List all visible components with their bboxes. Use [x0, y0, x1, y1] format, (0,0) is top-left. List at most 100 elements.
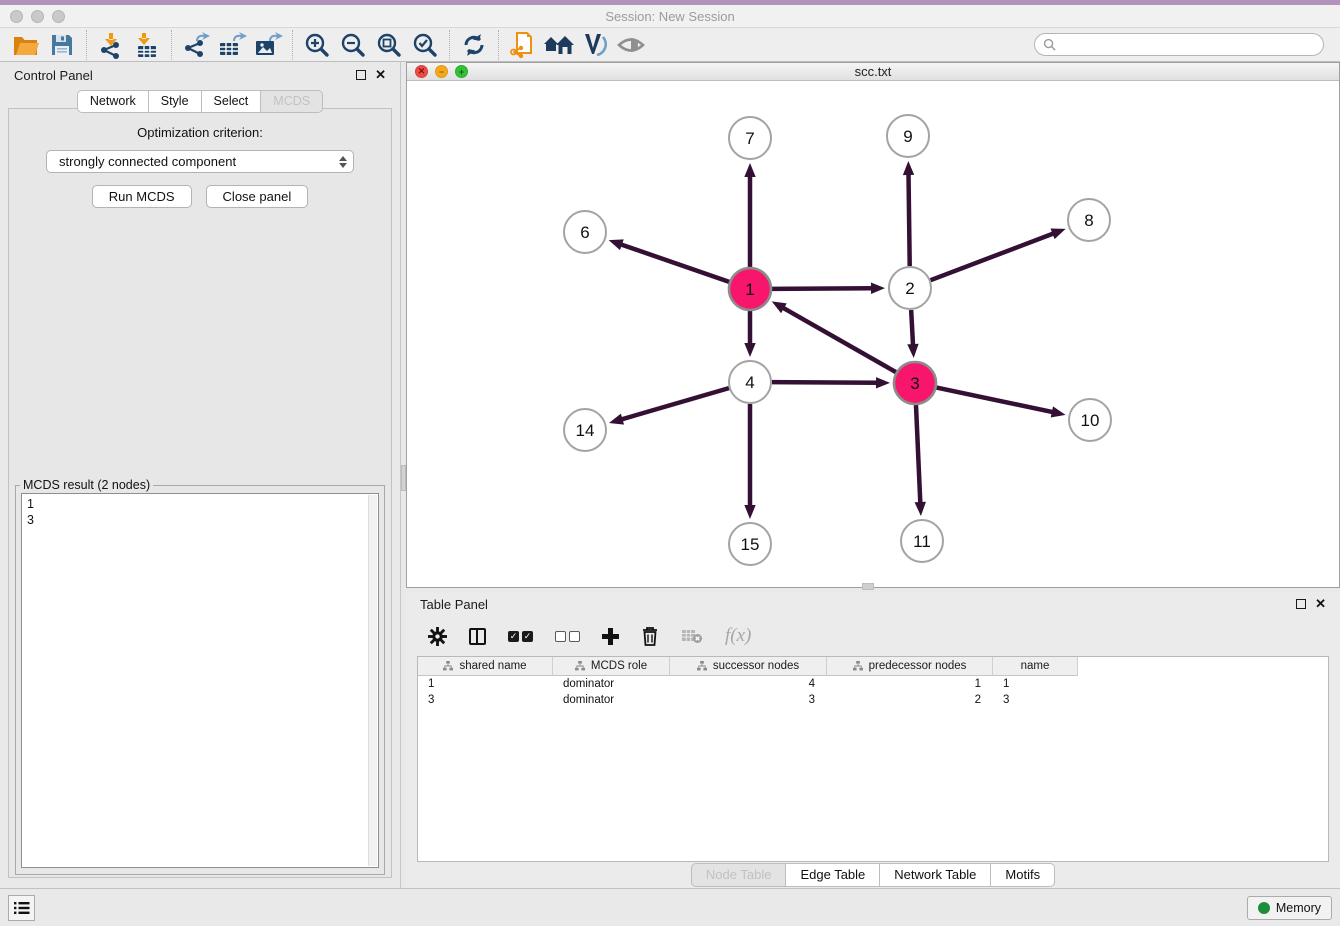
edge-4-3[interactable]	[772, 382, 878, 383]
edge-3-11[interactable]	[916, 405, 920, 504]
settings-gear-button[interactable]	[428, 627, 447, 646]
close-panel-icon[interactable]: ✕	[375, 70, 386, 80]
style-vizmapper-button[interactable]	[577, 30, 613, 60]
arrowhead-2-3	[907, 344, 918, 358]
table-row-2[interactable]: 3dominator323	[418, 692, 1328, 708]
zoom-selected-button[interactable]	[407, 30, 443, 60]
refresh-button[interactable]	[456, 30, 492, 60]
splitter-handle[interactable]	[862, 583, 874, 590]
toolbar-separator	[449, 30, 450, 60]
toolbar-separator	[86, 30, 87, 60]
edge-3-10[interactable]	[937, 388, 1054, 413]
search-area	[1034, 33, 1324, 56]
zoom-fit-button[interactable]	[371, 30, 407, 60]
column-header-MCDS-role[interactable]: MCDS role	[553, 657, 670, 676]
tab-style[interactable]: Style	[148, 90, 201, 113]
optimization-criterion-select[interactable]: strongly connected component	[46, 150, 354, 173]
zoom-out-button[interactable]	[335, 30, 371, 60]
control-panel-header: Control Panel ✕	[0, 62, 400, 88]
column-label: MCDS role	[591, 660, 647, 672]
column-header-name[interactable]: name	[993, 657, 1078, 676]
select-all-button[interactable]: ✓ ✓	[508, 631, 533, 642]
result-scrollbar[interactable]	[368, 495, 377, 866]
task-history-button[interactable]	[8, 895, 35, 921]
cell-MCDS-role[interactable]: dominator	[553, 692, 670, 708]
run-mcds-button[interactable]: Run MCDS	[92, 185, 192, 208]
status-bar: Memory	[0, 888, 1340, 926]
cell-shared-name[interactable]: 3	[418, 692, 553, 708]
delete-row-button[interactable]	[641, 626, 659, 646]
eye-icon	[616, 33, 646, 57]
open-file-button[interactable]	[8, 30, 44, 60]
attribute-tree-icon	[697, 661, 707, 671]
zoom-in-button[interactable]	[299, 30, 335, 60]
float-panel-icon[interactable]	[1296, 599, 1306, 609]
float-panel-icon[interactable]	[356, 70, 366, 80]
gear-icon	[428, 627, 447, 646]
import-table-button[interactable]	[129, 30, 165, 60]
export-network-button[interactable]	[178, 30, 214, 60]
column-header-shared-name[interactable]: shared name	[418, 657, 553, 676]
cell-name[interactable]: 1	[993, 676, 1078, 692]
cell-predecessor-nodes[interactable]: 1	[827, 676, 993, 692]
arrowhead-1-6	[609, 239, 624, 250]
export-image-button[interactable]	[250, 30, 286, 60]
cell-successor-nodes[interactable]: 3	[670, 692, 827, 708]
save-session-button[interactable]	[44, 30, 80, 60]
edge-4-14[interactable]	[621, 388, 729, 420]
column-header-successor-nodes[interactable]: successor nodes	[670, 657, 827, 676]
export-table-button[interactable]	[214, 30, 250, 60]
column-layout-button[interactable]	[469, 628, 486, 645]
unselect-all-button[interactable]	[555, 631, 580, 642]
column-header-predecessor-nodes[interactable]: predecessor nodes	[827, 657, 993, 676]
network-search-field[interactable]	[1034, 33, 1324, 56]
tab-network[interactable]: Network	[77, 90, 148, 113]
tab-select[interactable]: Select	[201, 90, 261, 113]
eye-hide-button[interactable]	[613, 30, 649, 60]
zoom-out-icon	[340, 32, 366, 58]
attribute-tree-icon	[443, 661, 453, 671]
network-canvas[interactable]: 7968124314101511	[407, 81, 1339, 587]
tab-network-table[interactable]: Network Table	[879, 863, 990, 887]
close-panel-icon[interactable]: ✕	[1315, 599, 1326, 609]
import-network-button[interactable]	[93, 30, 129, 60]
tab-mcds[interactable]: MCDS	[260, 90, 323, 113]
splitter-handle[interactable]	[401, 465, 406, 491]
duplicate-network-button[interactable]	[505, 30, 541, 60]
optimization-criterion-label: Optimization criterion:	[9, 125, 391, 140]
mcds-result-textarea[interactable]: 1 3	[21, 493, 379, 868]
table-row-1[interactable]: 1dominator411	[418, 676, 1328, 692]
edge-2-8[interactable]	[931, 233, 1055, 280]
tab-motifs[interactable]: Motifs	[990, 863, 1055, 887]
control-panel-tabs: NetworkStyleSelectMCDS	[0, 90, 400, 113]
edge-1-6[interactable]	[620, 244, 729, 282]
node-label-10: 10	[1081, 411, 1100, 430]
close-panel-button[interactable]: Close panel	[206, 185, 309, 208]
arrowhead-4-15	[744, 505, 755, 519]
home-button[interactable]	[541, 30, 577, 60]
cell-name[interactable]: 3	[993, 692, 1078, 708]
edge-2-3[interactable]	[911, 310, 913, 346]
add-row-button[interactable]	[602, 628, 619, 645]
cell-MCDS-role[interactable]: dominator	[553, 676, 670, 692]
selected-criterion: strongly connected component	[59, 154, 339, 169]
cell-shared-name[interactable]: 1	[418, 676, 553, 692]
cell-successor-nodes[interactable]: 4	[670, 676, 827, 692]
tab-node-table[interactable]: Node Table	[691, 863, 786, 887]
mcds-result-title: MCDS result (2 nodes)	[20, 478, 153, 492]
search-input[interactable]	[1061, 38, 1311, 52]
tab-edge-table[interactable]: Edge Table	[785, 863, 879, 887]
node-label-11: 11	[913, 532, 931, 551]
edge-2-9[interactable]	[908, 173, 909, 266]
export-image-icon	[253, 31, 283, 59]
network-view-window: ✕ − + scc.txt 7968124314101511	[406, 62, 1340, 588]
function-builder-button[interactable]: f(x)	[725, 625, 751, 647]
delete-table-button[interactable]	[681, 628, 703, 644]
cell-predecessor-nodes[interactable]: 2	[827, 692, 993, 708]
edge-1-2[interactable]	[772, 288, 873, 289]
memory-button[interactable]: Memory	[1247, 896, 1332, 920]
workspace: ✕ − + scc.txt 7968124314101511 Table Pan…	[406, 62, 1340, 888]
edge-3-1[interactable]	[782, 307, 896, 372]
node-table[interactable]: shared name MCDS role successor nodesprede…	[417, 656, 1329, 862]
zoom-fit-icon	[376, 32, 402, 58]
